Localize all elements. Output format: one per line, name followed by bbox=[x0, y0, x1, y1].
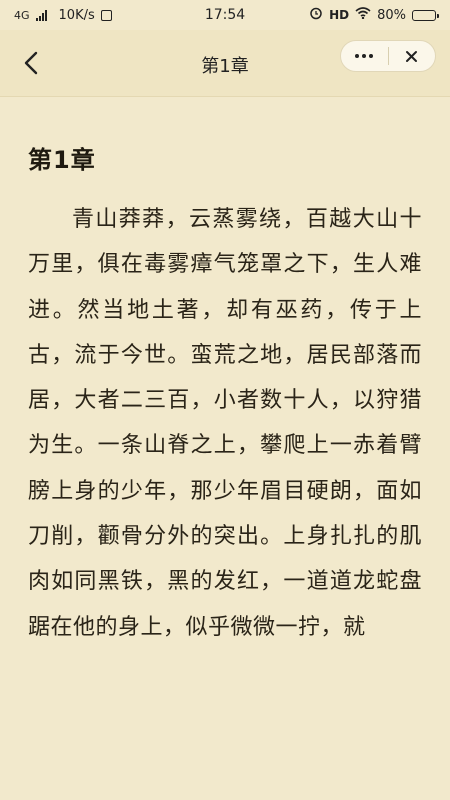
battery-icon bbox=[412, 9, 439, 21]
hd-label: HD bbox=[329, 8, 350, 22]
battery-percent: 80% bbox=[377, 7, 406, 23]
more-dots-icon bbox=[355, 54, 374, 58]
network-speed: 10K/s bbox=[58, 7, 95, 23]
signal-icon bbox=[35, 9, 47, 21]
more-button[interactable] bbox=[341, 41, 388, 71]
close-icon bbox=[406, 50, 418, 62]
status-right: HD 80% bbox=[309, 6, 439, 24]
menu-capsule bbox=[340, 40, 436, 72]
network-type: 4G bbox=[14, 8, 30, 22]
sim-icon bbox=[100, 9, 112, 21]
status-left: 4G 10K/s bbox=[14, 8, 112, 23]
close-button[interactable] bbox=[389, 41, 436, 71]
wifi-icon bbox=[355, 7, 371, 23]
nav-bar: 第1章 bbox=[0, 30, 450, 97]
status-bar: 4G 10K/s 17:54 HD 80% bbox=[0, 0, 450, 30]
chapter-title: 第1章 bbox=[28, 146, 96, 174]
chapter-body: 青山莽莽，云蒸雾绕，百越大山十万里，俱在毒雾瘴气笼罩之下，生人难进。然当地土著，… bbox=[28, 207, 422, 640]
alarm-icon bbox=[309, 6, 323, 24]
reader-content: 第1章 青山莽莽，云蒸雾绕，百越大山十万里，俱在毒雾瘴气笼罩之下，生人难进。然当… bbox=[28, 140, 422, 650]
